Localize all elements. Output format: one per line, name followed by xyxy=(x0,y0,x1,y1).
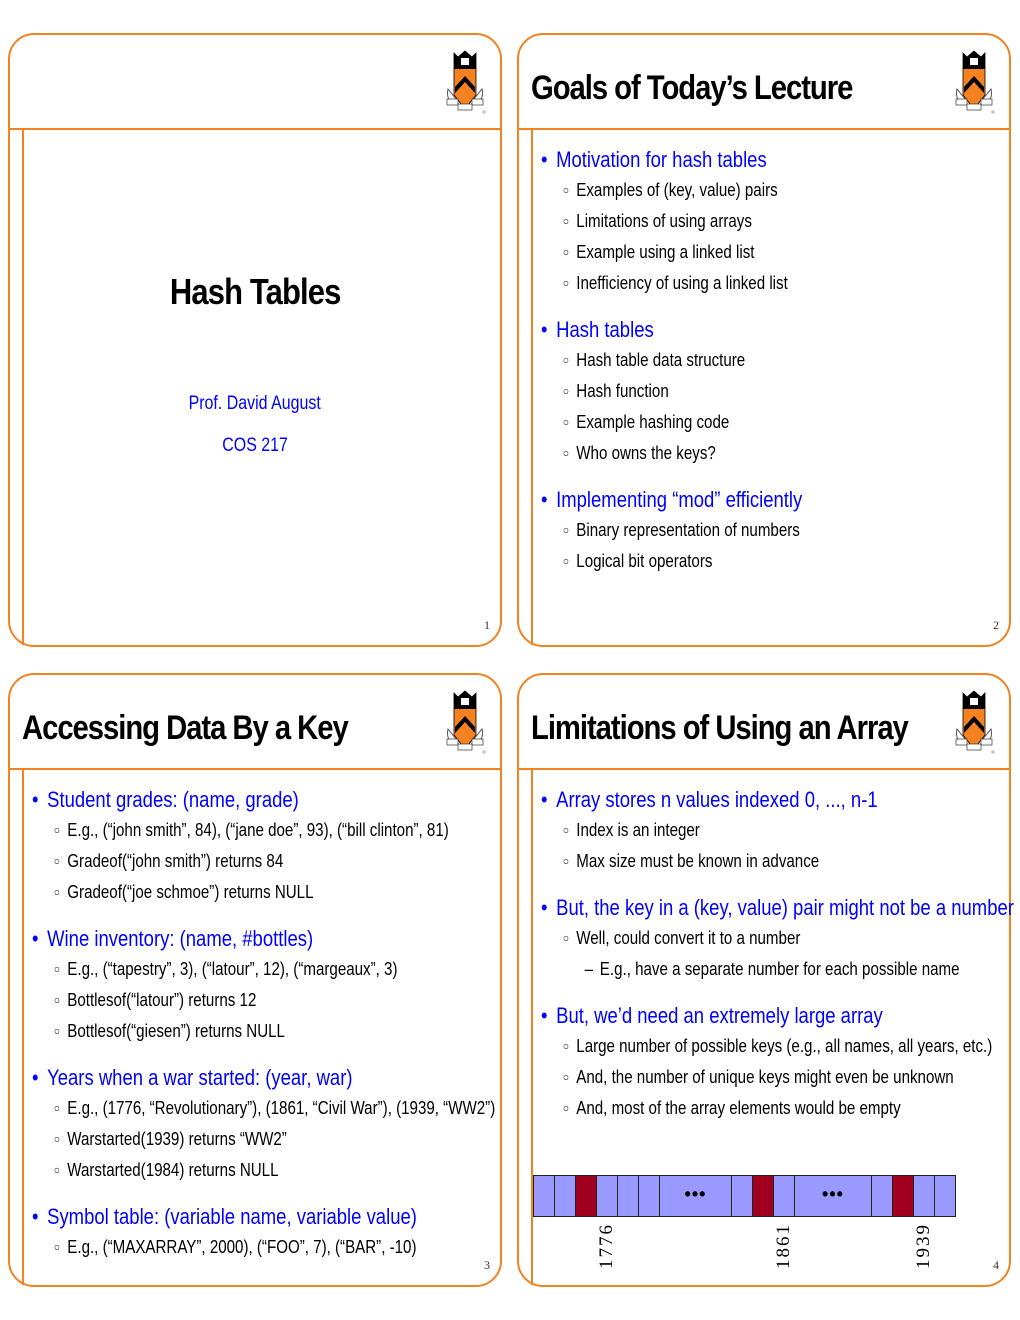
array-diagram: ••• ••• xyxy=(533,1175,973,1217)
bullet-heading: • But, the key in a (key, value) pair mig… xyxy=(541,895,1014,920)
bullet-heading: • Symbol table: (variable name, variable … xyxy=(32,1204,417,1229)
bullet-item: ○ And, most of the array elements would b… xyxy=(562,1098,901,1118)
bullet-item: ○ Warstarted(1939) returns “WW2” xyxy=(53,1129,287,1149)
array-cell xyxy=(533,1175,555,1217)
princeton-shield-icon xyxy=(953,49,995,115)
bullet-item: ○ And, the number of unique keys might ev… xyxy=(562,1067,954,1087)
bullet-item: ○ Hash function xyxy=(562,381,669,401)
divider xyxy=(22,128,24,645)
bullet-item: ○ Limitations of using arrays xyxy=(562,211,752,231)
bullet-item: ○ Bottlesof(“latour”) returns 12 xyxy=(53,990,257,1010)
bullet-item: ○ E.g., (“MAXARRAY”, 2000), (“FOO”, 7), (… xyxy=(53,1237,417,1257)
index-label: 1776 xyxy=(596,1223,617,1269)
course: COS 217 xyxy=(222,435,288,456)
author: Prof. David August xyxy=(188,393,322,414)
bullet-item: ○ Bottlesof(“giesen”) returns NULL xyxy=(53,1021,285,1041)
sub-bullet-item: – E.g., have a separate number for each p… xyxy=(584,959,960,979)
divider xyxy=(531,128,533,645)
bullet-item: ○ Gradeof(“john smith”) returns 84 xyxy=(53,851,284,871)
bullet-item: ○ Warstarted(1984) returns NULL xyxy=(53,1160,279,1180)
divider xyxy=(22,768,24,1285)
bullet-item: ○ Gradeof(“joe schmoe”) returns NULL xyxy=(53,882,314,902)
slide-3: Accessing Data By a Key • Student grades:… xyxy=(8,673,502,1287)
array-cell-highlighted xyxy=(752,1175,774,1217)
bullet-heading: • Hash tables xyxy=(541,317,654,342)
ellipsis: ••• xyxy=(684,1184,707,1204)
array-cell xyxy=(596,1175,618,1217)
bullet-heading: • But, we’d need an extremely large array xyxy=(541,1003,883,1028)
slide-title: Goals of Today’s Lecture xyxy=(531,69,853,107)
array-cell xyxy=(934,1175,956,1217)
slide-2: Goals of Today’s Lecture • Motivation for… xyxy=(517,33,1011,647)
array-cell-highlighted xyxy=(892,1175,914,1217)
array-cell xyxy=(913,1175,935,1217)
princeton-shield-icon xyxy=(444,689,486,755)
bullet-item: ○ Example using a linked list xyxy=(562,242,755,262)
page-number: 4 xyxy=(993,1258,999,1272)
slide-4: Limitations of Using an Array • Array sto… xyxy=(517,673,1014,1287)
index-label: 1939 xyxy=(913,1223,934,1269)
bullet-item: ○ Example hashing code xyxy=(562,412,730,432)
index-label: 1861 xyxy=(773,1223,794,1269)
bullet-item: ○ Index is an integer xyxy=(562,820,700,840)
slide-header: Goals of Today’s Lecture xyxy=(519,35,1009,130)
bullet-heading: • Years when a war started: (year, war) xyxy=(32,1065,353,1090)
bullet-heading: • Implementing “mod” efficiently xyxy=(541,487,803,512)
bullet-item: ○ Hash table data structure xyxy=(562,350,746,370)
bullet-item: ○ E.g., (1776, “Revolutionary”), (1861, “… xyxy=(53,1098,496,1118)
princeton-shield-icon xyxy=(444,49,486,115)
array-cell xyxy=(731,1175,753,1217)
slide-content: • Student grades: (name, grade) ○ E.g., (“… xyxy=(32,779,496,1263)
slide-content: • Motivation for hash tables ○ Examples of… xyxy=(541,139,999,577)
slide-header: Limitations of Using an Array xyxy=(519,675,1009,770)
page-number: 3 xyxy=(484,1258,490,1272)
bullet-item: ○ Examples of (key, value) pairs xyxy=(562,180,778,200)
array-cell xyxy=(617,1175,639,1217)
bullet-item: ○ E.g., (“tapestry”, 3), (“latour”, 12), … xyxy=(53,959,398,979)
bullet-item: ○ Who owns the keys? xyxy=(562,443,716,463)
array-cell xyxy=(638,1175,660,1217)
slide-content: • Array stores n values indexed 0, ..., n… xyxy=(541,779,1014,1124)
ellipsis: ••• xyxy=(822,1184,844,1204)
bullet-item: ○ Logical bit operators xyxy=(562,551,713,571)
bullet-item: ○ Max size must be known in advance xyxy=(562,851,820,871)
bullet-heading: • Motivation for hash tables xyxy=(541,147,767,172)
page-number: 2 xyxy=(993,618,999,632)
slide-1: Hash Tables Prof. David August COS 217 1 xyxy=(8,33,502,647)
page-number: 1 xyxy=(484,618,490,632)
bullet-item: ○ E.g., (“john smith”, 84), (“jane doe”, … xyxy=(53,820,449,840)
bullet-item: ○ Inefficiency of using a linked list xyxy=(562,273,788,293)
array-cell-highlighted xyxy=(575,1175,597,1217)
array-cell xyxy=(773,1175,795,1217)
slide-title: Accessing Data By a Key xyxy=(22,709,349,747)
slide-title: Limitations of Using an Array xyxy=(531,709,909,747)
slide-header xyxy=(10,35,500,130)
bullet-item: ○ Large number of possible keys (e.g., al… xyxy=(562,1036,993,1056)
bullet-heading: • Array stores n values indexed 0, ..., n… xyxy=(541,787,878,812)
array-cell xyxy=(554,1175,576,1217)
slide-title: Hash Tables xyxy=(169,271,342,312)
array-cell xyxy=(871,1175,893,1217)
bullet-item: ○ Binary representation of numbers xyxy=(562,520,800,540)
princeton-shield-icon xyxy=(953,689,995,755)
slide-header: Accessing Data By a Key xyxy=(10,675,500,770)
array-ellipsis-cell: ••• xyxy=(659,1175,732,1217)
bullet-item: ○ Well, could convert it to a number xyxy=(562,928,801,948)
bullet-heading: • Wine inventory: (name, #bottles) xyxy=(32,926,314,951)
bullet-heading: • Student grades: (name, grade) xyxy=(32,787,299,812)
array-ellipsis-cell: ••• xyxy=(794,1175,872,1217)
